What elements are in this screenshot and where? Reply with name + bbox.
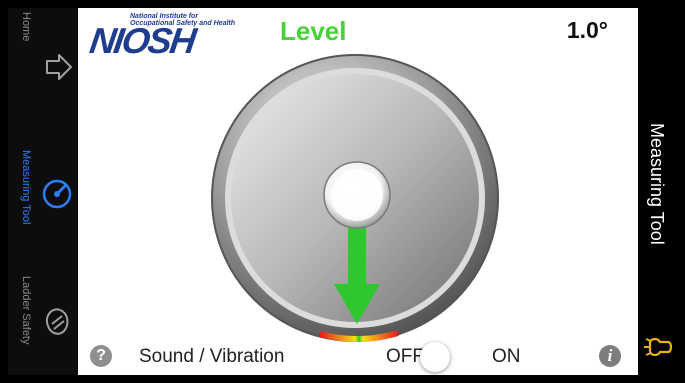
tab-ladder-safety[interactable]: Ladder Safety xyxy=(8,270,78,375)
gauge-icon xyxy=(42,179,72,209)
tab-ladder-safety-label: Ladder Safety xyxy=(20,276,32,345)
bottom-controls: ? Sound / Vibration OFF ON i xyxy=(78,341,638,372)
help-icon[interactable]: ? xyxy=(90,345,112,367)
tab-home-label: Home xyxy=(20,12,32,42)
arrow-shaft xyxy=(348,226,366,286)
side-title: Measuring Tool xyxy=(647,123,667,245)
level-dial xyxy=(211,54,499,342)
tab-measuring-tool[interactable]: Measuring Tool xyxy=(8,138,78,258)
angle-readout: 1.0° xyxy=(566,17,608,43)
home-arrow-icon xyxy=(46,54,72,80)
tab-home[interactable]: Home xyxy=(8,8,78,118)
niosh-logo: National Institute for Occupational Safe… xyxy=(87,11,235,61)
info-icon[interactable]: i xyxy=(599,345,621,367)
page-title: Level xyxy=(280,16,347,46)
logo-wordmark: NIOSH xyxy=(87,20,197,61)
off-label: OFF xyxy=(386,346,424,367)
right-side-bar: Measuring Tool xyxy=(638,8,678,375)
sound-vibration-label: Sound / Vibration xyxy=(139,346,285,367)
left-tab-bar: Home Measuring Tool Ladder Safety xyxy=(8,8,78,375)
switch-knob[interactable] xyxy=(420,342,450,372)
ladder-safety-icon xyxy=(46,308,69,335)
light-bulb-icon[interactable] xyxy=(644,330,674,366)
app-frame: Home Measuring Tool Ladder Safety Nation… xyxy=(0,0,685,383)
on-label: ON xyxy=(492,346,521,367)
sound-toggle-switch[interactable] xyxy=(420,342,490,372)
main-panel: National Institute for Occupational Safe… xyxy=(78,8,638,375)
tab-measuring-tool-label: Measuring Tool xyxy=(20,150,32,225)
